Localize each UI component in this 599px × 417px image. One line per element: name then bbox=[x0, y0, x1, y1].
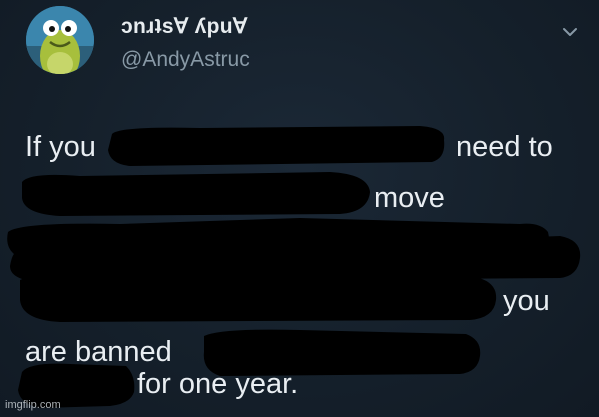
redaction-line-6 bbox=[203, 329, 481, 376]
redaction-line-1 bbox=[108, 126, 445, 166]
watermark: imgflip.com bbox=[5, 399, 61, 411]
redaction-marks bbox=[7, 126, 581, 408]
redaction-line-5 bbox=[20, 272, 497, 322]
tweet-card: ɔnɹʇs∀ ʎpu∀ @AndyAstruc If you need to m… bbox=[0, 0, 599, 417]
redaction-line-2 bbox=[22, 172, 370, 216]
